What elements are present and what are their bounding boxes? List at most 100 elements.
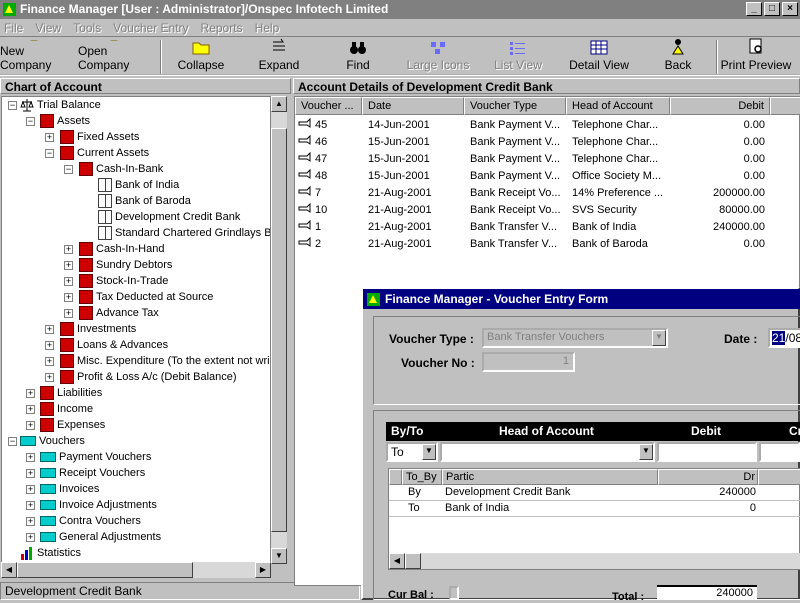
tree-node-advance-tax[interactable]: Advance Tax: [79, 305, 159, 321]
table-row[interactable]: 2 21-Aug-2001 Bank Transfer V... Bank of Ba…: [295, 236, 800, 253]
tree-node-sundry-debtors[interactable]: Sundry Debtors: [79, 257, 172, 273]
tree-node-receipt-vouchers[interactable]: Receipt Vouchers: [40, 465, 145, 481]
close-button[interactable]: ×: [782, 2, 798, 16]
minimize-button[interactable]: _: [746, 2, 762, 16]
column-header-head-of-account[interactable]: Head of Account: [566, 97, 670, 115]
column-header-debit[interactable]: Debit: [670, 97, 770, 115]
collapse-button[interactable]: Collapse: [162, 38, 240, 74]
tree-node-statistics[interactable]: Statistics: [20, 545, 81, 561]
open-company-button[interactable]: Open Company: [78, 38, 160, 74]
tree-node-tds[interactable]: Tax Deducted at Source: [79, 289, 213, 305]
tree-horizontal-scrollbar[interactable]: ◀ ▶: [1, 562, 271, 578]
tree-node-payment-vouchers[interactable]: Payment Vouchers: [40, 449, 151, 465]
large-icons-button[interactable]: Large Icons: [398, 38, 478, 74]
expand-toggle[interactable]: +: [26, 517, 35, 526]
expand-toggle[interactable]: +: [64, 261, 73, 270]
expand-toggle[interactable]: +: [64, 293, 73, 302]
expand-toggle[interactable]: +: [45, 133, 54, 142]
column-header-voucher[interactable]: Voucher ...: [295, 97, 362, 115]
voucher-no-field[interactable]: 1: [482, 352, 575, 372]
expand-toggle[interactable]: +: [26, 453, 35, 462]
tree-node-cash-in-hand[interactable]: Cash-In-Hand: [79, 241, 164, 257]
tree-node-invoice-adjustments[interactable]: Invoice Adjustments: [40, 497, 157, 513]
table-row[interactable]: By Development Credit Bank 240000: [389, 485, 800, 501]
back-button[interactable]: Back: [640, 38, 716, 74]
chevron-down-icon[interactable]: ▼: [422, 444, 436, 460]
expand-toggle[interactable]: +: [26, 501, 35, 510]
expand-toggle[interactable]: +: [26, 533, 35, 542]
tree-node-contra-vouchers[interactable]: Contra Vouchers: [40, 513, 141, 529]
expand-toggle[interactable]: +: [26, 389, 35, 398]
scroll-thumb[interactable]: [405, 553, 421, 569]
by-to-select[interactable]: To ▼: [386, 442, 438, 462]
expand-toggle[interactable]: +: [26, 485, 35, 494]
chevron-down-icon[interactable]: ▼: [652, 330, 666, 346]
credit-input[interactable]: [759, 442, 800, 462]
column-header-partic[interactable]: Partic: [442, 469, 658, 485]
expand-toggle[interactable]: +: [64, 245, 73, 254]
table-row[interactable]: 1 21-Aug-2001 Bank Transfer V... Bank of In…: [295, 219, 800, 236]
scroll-thumb[interactable]: [271, 128, 287, 532]
scroll-left-arrow-icon[interactable]: ◀: [389, 553, 405, 569]
head-of-account-select[interactable]: ▼: [440, 442, 655, 462]
tree-node-cash-in-bank[interactable]: Cash-In-Bank: [79, 161, 163, 177]
expand-toggle[interactable]: +: [26, 421, 35, 430]
tree-node-liabilities[interactable]: Liabilities: [40, 385, 102, 401]
tree-node-expenses[interactable]: Expenses: [40, 417, 105, 433]
scroll-right-arrow-icon[interactable]: ▶: [255, 562, 271, 578]
tree-node-fixed-assets[interactable]: Fixed Assets: [60, 129, 139, 145]
tree-node-loans-advances[interactable]: Loans & Advances: [60, 337, 168, 353]
print-preview-button[interactable]: Print Preview: [718, 38, 794, 74]
expand-toggle[interactable]: +: [45, 373, 54, 382]
collapse-toggle[interactable]: −: [45, 149, 54, 158]
tree-node-bank-of-india[interactable]: Bank of India: [98, 177, 179, 193]
tree-node-misc-expenditure[interactable]: Misc. Expenditure (To the extent not wri: [60, 353, 270, 369]
scroll-left-arrow-icon[interactable]: ◀: [1, 562, 17, 578]
tree-node-general-adjustments[interactable]: General Adjustments: [40, 529, 161, 545]
detail-view-button[interactable]: Detail View: [558, 38, 640, 74]
tree-node-stock-in-trade[interactable]: Stock-In-Trade: [79, 273, 168, 289]
tree-node-current-assets[interactable]: Current Assets: [60, 145, 149, 161]
menu-help[interactable]: Help: [255, 21, 280, 35]
menu-file[interactable]: File: [4, 21, 23, 35]
tree-node-investments[interactable]: Investments: [60, 321, 136, 337]
column-header-voucher-type[interactable]: Voucher Type: [464, 97, 566, 115]
menu-tools[interactable]: Tools: [73, 21, 101, 35]
expand-button[interactable]: Expand: [240, 38, 318, 74]
debit-input[interactable]: [657, 442, 757, 462]
scroll-thumb[interactable]: [17, 562, 193, 578]
table-row[interactable]: 10 21-Aug-2001 Bank Receipt Vo... SVS Secur…: [295, 202, 800, 219]
tree-node-bank-of-baroda[interactable]: Bank of Baroda: [98, 193, 191, 209]
account-tree[interactable]: − Trial Balance − Assets + Fixed Assets …: [1, 96, 271, 564]
voucher-type-select[interactable]: Bank Transfer Vouchers ▼: [482, 328, 668, 348]
tree-node-standard-chartered[interactable]: Standard Chartered Grindlays B: [98, 225, 270, 241]
tree-node-invoices[interactable]: Invoices: [40, 481, 99, 497]
column-header-dr[interactable]: Dr: [658, 469, 758, 485]
tree-node-vouchers[interactable]: Vouchers: [20, 433, 85, 449]
tree-node-assets[interactable]: Assets: [40, 113, 90, 129]
list-view-button[interactable]: List View: [478, 38, 558, 74]
new-company-button[interactable]: New Company: [0, 38, 78, 74]
column-header-date[interactable]: Date: [362, 97, 464, 115]
entry-table-hscrollbar[interactable]: ◀: [389, 553, 800, 569]
expand-toggle[interactable]: +: [64, 309, 73, 318]
expand-toggle[interactable]: +: [45, 325, 54, 334]
collapse-toggle[interactable]: −: [8, 437, 17, 446]
collapse-toggle[interactable]: −: [64, 165, 73, 174]
date-field[interactable]: 21/08: [768, 328, 800, 348]
tree-node-trial-balance[interactable]: Trial Balance: [20, 97, 101, 113]
menu-view[interactable]: View: [35, 21, 61, 35]
table-row[interactable]: To Bank of India 0: [389, 501, 800, 517]
tree-node-development-credit-bank[interactable]: Development Credit Bank: [98, 209, 240, 225]
scroll-up-arrow-icon[interactable]: ▲: [271, 96, 287, 112]
tree-vertical-scrollbar[interactable]: ▲ ▼: [271, 96, 287, 564]
maximize-button[interactable]: □: [764, 2, 780, 16]
table-row[interactable]: 47 15-Jun-2001 Bank Payment V... Telephone …: [295, 151, 800, 168]
expand-toggle[interactable]: +: [64, 277, 73, 286]
table-row[interactable]: 45 14-Jun-2001 Bank Payment V... Telephone …: [295, 117, 800, 134]
collapse-toggle[interactable]: −: [26, 117, 35, 126]
menu-reports[interactable]: Reports: [201, 21, 243, 35]
expand-toggle[interactable]: +: [45, 357, 54, 366]
expand-toggle[interactable]: +: [45, 341, 54, 350]
expand-toggle[interactable]: +: [26, 405, 35, 414]
